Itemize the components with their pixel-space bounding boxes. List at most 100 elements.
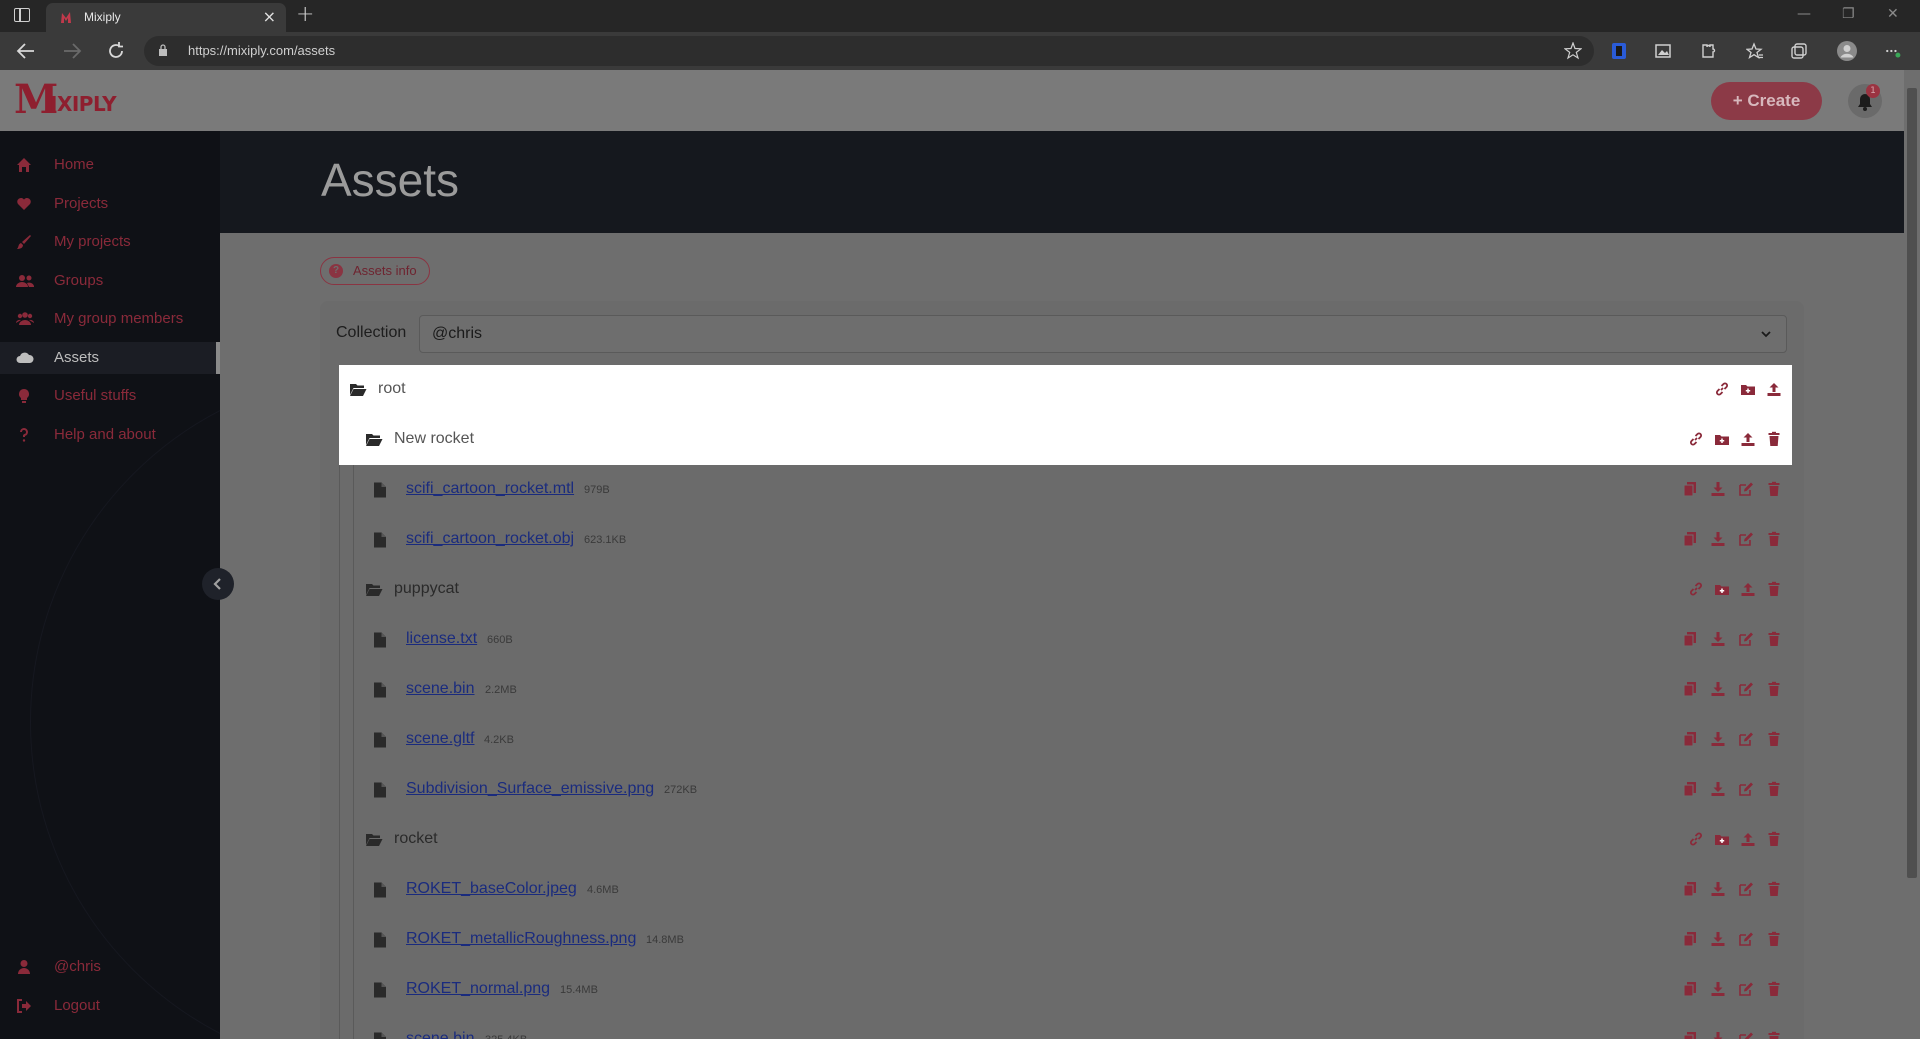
assets-info-button[interactable]: ? Assets info bbox=[320, 257, 430, 285]
file-name-link[interactable]: scifi_cartoon_rocket.obj bbox=[406, 530, 574, 548]
add-folder-icon[interactable] bbox=[1714, 581, 1730, 597]
browser-tab[interactable]: Mixiply × bbox=[46, 3, 286, 32]
download-icon[interactable] bbox=[1710, 881, 1726, 897]
create-button[interactable]: + Create bbox=[1711, 82, 1822, 120]
add-folder-icon[interactable] bbox=[1714, 431, 1730, 447]
bitwarden-icon[interactable] bbox=[1610, 42, 1628, 60]
folder-row[interactable]: rocket bbox=[339, 815, 1792, 865]
edit-icon[interactable] bbox=[1738, 931, 1754, 947]
download-icon[interactable] bbox=[1710, 731, 1726, 747]
copy-icon[interactable] bbox=[1682, 781, 1698, 797]
trash-icon[interactable] bbox=[1766, 681, 1782, 697]
sidebar-collapse-button[interactable] bbox=[202, 568, 234, 600]
file-row[interactable]: Subdivision_Surface_emissive.png 272KB bbox=[339, 765, 1792, 815]
upload-icon[interactable] bbox=[1766, 381, 1782, 397]
file-row[interactable]: ROKET_baseColor.jpeg 4.6MB bbox=[339, 865, 1792, 915]
favorites-icon[interactable] bbox=[1746, 42, 1764, 60]
download-icon[interactable] bbox=[1710, 481, 1726, 497]
trash-icon[interactable] bbox=[1766, 431, 1782, 447]
copy-icon[interactable] bbox=[1682, 1031, 1698, 1039]
collection-select[interactable]: @chris bbox=[419, 315, 1787, 353]
download-icon[interactable] bbox=[1710, 631, 1726, 647]
edit-icon[interactable] bbox=[1738, 681, 1754, 697]
edit-icon[interactable] bbox=[1738, 531, 1754, 547]
edit-icon[interactable] bbox=[1738, 981, 1754, 997]
copy-icon[interactable] bbox=[1682, 881, 1698, 897]
back-icon[interactable] bbox=[16, 42, 36, 60]
sidebar-user[interactable]: @chris bbox=[0, 951, 220, 983]
file-row[interactable]: ROKET_normal.png 15.4MB bbox=[339, 965, 1792, 1015]
link-icon[interactable] bbox=[1688, 431, 1704, 447]
copy-icon[interactable] bbox=[1682, 981, 1698, 997]
copy-icon[interactable] bbox=[1682, 531, 1698, 547]
edit-icon[interactable] bbox=[1738, 481, 1754, 497]
folder-row[interactable]: New rocket bbox=[339, 415, 1792, 465]
trash-icon[interactable] bbox=[1766, 931, 1782, 947]
tab-close-icon[interactable]: × bbox=[263, 7, 276, 26]
extensions-icon[interactable] bbox=[1698, 42, 1716, 60]
sidebar-item-my-projects[interactable]: My projects bbox=[0, 226, 220, 258]
link-icon[interactable] bbox=[1688, 831, 1704, 847]
file-row[interactable]: license.txt 660B bbox=[339, 615, 1792, 665]
trash-icon[interactable] bbox=[1766, 781, 1782, 797]
download-icon[interactable] bbox=[1710, 681, 1726, 697]
file-name-link[interactable]: ROKET_metallicRoughness.png bbox=[406, 930, 636, 948]
file-name-link[interactable]: ROKET_baseColor.jpeg bbox=[406, 880, 577, 898]
edit-icon[interactable] bbox=[1738, 631, 1754, 647]
file-name-link[interactable]: license.txt bbox=[406, 630, 477, 648]
copy-icon[interactable] bbox=[1682, 631, 1698, 647]
minimize-icon[interactable]: — bbox=[1797, 6, 1811, 22]
trash-icon[interactable] bbox=[1766, 731, 1782, 747]
tab-actions-icon[interactable] bbox=[14, 8, 30, 22]
trash-icon[interactable] bbox=[1766, 631, 1782, 647]
add-folder-icon[interactable] bbox=[1740, 381, 1756, 397]
trash-icon[interactable] bbox=[1766, 881, 1782, 897]
sidebar-item-projects[interactable]: Projects bbox=[0, 188, 220, 220]
file-name-link[interactable]: scifi_cartoon_rocket.mtl bbox=[406, 480, 574, 498]
file-name-link[interactable]: scene.bin bbox=[406, 1030, 475, 1039]
file-row[interactable]: scene.gltf 4.2KB bbox=[339, 715, 1792, 765]
collections-icon[interactable] bbox=[1790, 42, 1808, 60]
edit-icon[interactable] bbox=[1738, 1031, 1754, 1039]
download-icon[interactable] bbox=[1710, 531, 1726, 547]
sidebar-item-home[interactable]: Home bbox=[0, 149, 220, 181]
sidebar-item-help[interactable]: Help and about bbox=[0, 419, 220, 451]
copy-icon[interactable] bbox=[1682, 931, 1698, 947]
file-name-link[interactable]: ROKET_normal.png bbox=[406, 980, 550, 998]
page-scrollbar[interactable] bbox=[1904, 70, 1920, 1039]
trash-icon[interactable] bbox=[1766, 1031, 1782, 1039]
trash-icon[interactable] bbox=[1766, 981, 1782, 997]
sidebar-item-group-members[interactable]: My group members bbox=[0, 303, 220, 335]
upload-icon[interactable] bbox=[1740, 831, 1756, 847]
download-icon[interactable] bbox=[1710, 931, 1726, 947]
upload-icon[interactable] bbox=[1740, 581, 1756, 597]
add-folder-icon[interactable] bbox=[1714, 831, 1730, 847]
link-icon[interactable] bbox=[1688, 581, 1704, 597]
restore-icon[interactable]: ❐ bbox=[1842, 6, 1855, 22]
url-bar[interactable]: https://mixiply.com/assets bbox=[144, 36, 1594, 66]
copy-icon[interactable] bbox=[1682, 731, 1698, 747]
copy-icon[interactable] bbox=[1682, 481, 1698, 497]
window-close-icon[interactable]: ✕ bbox=[1887, 6, 1899, 22]
file-row[interactable]: scifi_cartoon_rocket.obj 623.1KB bbox=[339, 515, 1792, 565]
sidebar-item-groups[interactable]: Groups bbox=[0, 265, 220, 297]
file-name-link[interactable]: scene.bin bbox=[406, 680, 475, 698]
edit-icon[interactable] bbox=[1738, 881, 1754, 897]
download-icon[interactable] bbox=[1710, 781, 1726, 797]
new-tab-button[interactable]: + bbox=[296, 2, 314, 27]
more-menu-icon[interactable] bbox=[1884, 42, 1902, 60]
sidebar-item-assets[interactable]: Assets bbox=[0, 342, 220, 374]
file-row[interactable]: scifi_cartoon_rocket.mtl 979B bbox=[339, 465, 1792, 515]
profile-icon[interactable] bbox=[1836, 40, 1858, 62]
edit-icon[interactable] bbox=[1738, 731, 1754, 747]
mixiply-logo[interactable]: M IXIPLY bbox=[14, 76, 117, 123]
link-icon[interactable] bbox=[1714, 381, 1730, 397]
file-row[interactable]: ROKET_metallicRoughness.png 14.8MB bbox=[339, 915, 1792, 965]
folder-row[interactable]: root bbox=[339, 365, 1792, 415]
trash-icon[interactable] bbox=[1766, 481, 1782, 497]
download-icon[interactable] bbox=[1710, 981, 1726, 997]
scrollbar-thumb[interactable] bbox=[1907, 88, 1917, 878]
reload-icon[interactable] bbox=[106, 41, 126, 61]
forward-icon[interactable] bbox=[62, 42, 82, 60]
upload-icon[interactable] bbox=[1740, 431, 1756, 447]
